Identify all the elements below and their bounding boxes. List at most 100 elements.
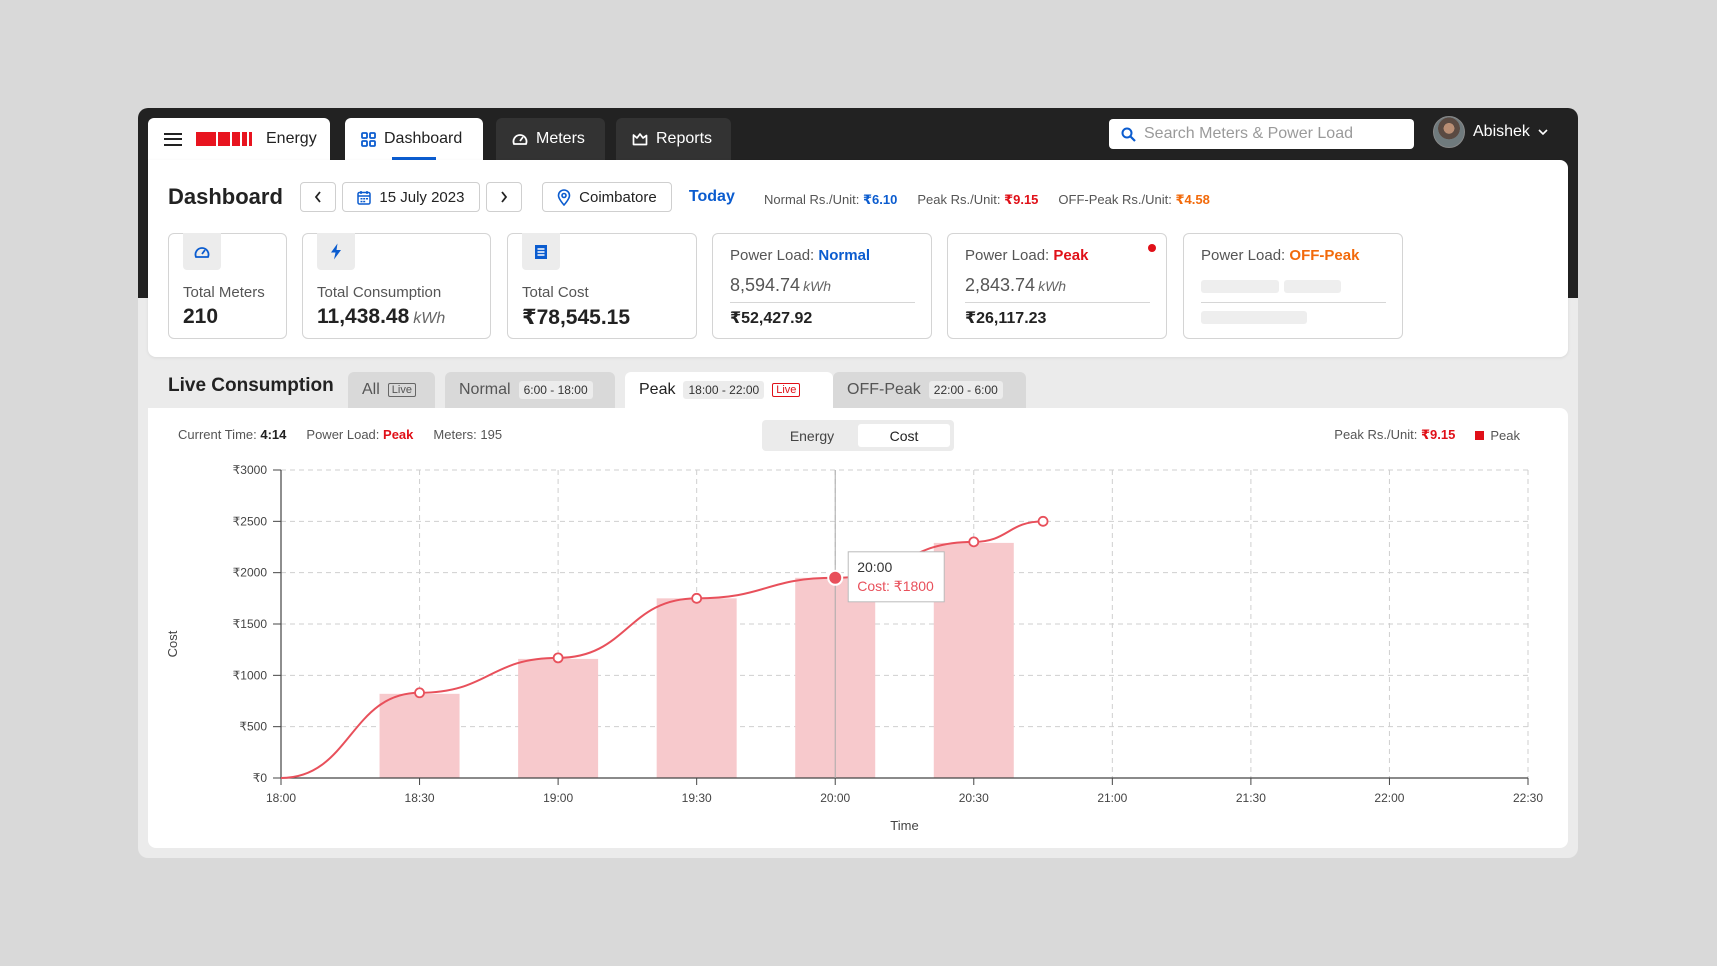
x-tick-label: 20:30 [959, 791, 989, 805]
y-tick-label: ₹3000 [233, 463, 268, 477]
stat-label: Total Meters [183, 284, 265, 301]
app-window: Energy Dashboard Meters Reports Abishek [138, 108, 1578, 858]
rate-normal: Normal Rs./Unit: ₹6.10 [764, 192, 898, 207]
today-link[interactable]: Today [689, 188, 735, 206]
search-icon [1121, 127, 1136, 142]
dashboard-panel: Dashboard 15 July 2023 Coimbatore Today … [148, 160, 1568, 357]
data-point [691, 592, 703, 604]
live-consumption-title: Live Consumption [168, 375, 334, 396]
power-load-card-off-peak[interactable]: Power Load: OFF-Peak [1183, 233, 1403, 339]
power-load-card-peak[interactable]: Power Load: Peak 2,843.74 kWh ₹26,117.23 [947, 233, 1167, 339]
stat-card-total-consumption: Total Consumption 11,438.48 kWh [302, 233, 491, 339]
power-load-cost: ₹52,427.92 [730, 310, 813, 327]
avatar [1433, 116, 1465, 148]
live-tab-peak[interactable]: Peak 18:00 - 22:00 Live [625, 372, 833, 408]
search-input[interactable] [1144, 125, 1404, 143]
tooltip-value: Cost: ₹1800 [857, 578, 934, 594]
bolt-icon [331, 243, 341, 260]
bar [379, 693, 460, 778]
bar [518, 658, 599, 778]
x-tick-label: 19:00 [543, 791, 573, 805]
nav-tab-label: Reports [656, 130, 713, 147]
data-point [414, 687, 425, 699]
stat-label: Total Cost [522, 284, 589, 301]
x-tick-label: 19:30 [682, 791, 712, 805]
nav-tab-label: Dashboard [384, 130, 463, 147]
calendar-icon [357, 190, 372, 205]
data-point [552, 652, 564, 664]
power-load-cost: ₹26,117.23 [965, 310, 1047, 327]
chevron-right-icon [501, 191, 508, 203]
time-range-badge: 22:00 - 6:00 [928, 381, 1003, 399]
chevron-down-icon [1538, 128, 1548, 135]
x-tick-label: 21:30 [1236, 791, 1266, 805]
loading-skeleton [1201, 280, 1279, 293]
chart-card: Current Time: 4:14 Power Load: Peak Mete… [148, 408, 1568, 848]
x-tick-label: 21:00 [1097, 791, 1127, 805]
tooltip-time: 20:00 [857, 559, 892, 575]
divider [1201, 302, 1386, 303]
power-load-kwh: 8,594.74 kWh [730, 275, 832, 295]
y-tick-label: ₹2000 [233, 566, 268, 580]
location-value: Coimbatore [579, 188, 657, 206]
power-load-card-normal[interactable]: Power Load: Normal 8,594.74 kWh ₹52,427.9… [712, 233, 932, 339]
live-tab-all[interactable]: All Live [348, 372, 435, 408]
y-tick-label: ₹500 [239, 720, 267, 734]
brand-logo [196, 132, 252, 146]
nav-tab-meters[interactable]: Meters [496, 118, 605, 160]
menu-icon[interactable] [164, 132, 182, 146]
rate-peak: Peak Rs./Unit: ₹9.15 [917, 192, 1039, 207]
live-tab-off-peak[interactable]: OFF-Peak 22:00 - 6:00 [833, 372, 1026, 408]
date-picker[interactable]: 15 July 2023 [341, 182, 480, 212]
divider [965, 302, 1150, 303]
data-point [1037, 515, 1049, 527]
live-badge: Live [387, 383, 416, 397]
stat-label: Total Consumption [317, 284, 442, 301]
y-tick-label: ₹0 [253, 771, 268, 785]
y-axis-label: Cost [165, 630, 180, 657]
brand-tab: Energy [148, 118, 330, 160]
divider [730, 302, 915, 303]
search-box[interactable] [1109, 119, 1414, 149]
user-name: Abishek [1473, 123, 1530, 140]
live-tab-normal[interactable]: Normal 6:00 - 18:00 [445, 372, 615, 408]
rate-off-peak: OFF-Peak Rs./Unit: ₹4.58 [1058, 192, 1210, 207]
power-load-kwh: 2,843.74 kWh [965, 275, 1067, 295]
brand-name: Energy [266, 130, 317, 147]
power-load-name: Normal [818, 247, 871, 264]
grid-icon [361, 131, 376, 147]
location-selector[interactable]: Coimbatore [541, 182, 672, 212]
live-badge: Live [772, 383, 801, 397]
chevron-left-icon [314, 191, 321, 203]
time-range-badge: 18:00 - 22:00 [683, 381, 765, 399]
y-tick-label: ₹1500 [233, 617, 268, 631]
chart-area-icon [632, 133, 648, 146]
x-tick-label: 22:00 [1374, 791, 1404, 805]
power-load-name: Peak [1053, 247, 1089, 264]
next-date-button[interactable] [485, 182, 522, 212]
receipt-icon [535, 244, 547, 259]
date-value: 15 July 2023 [379, 188, 465, 206]
stat-value: 210 [183, 305, 219, 328]
nav-tab-reports[interactable]: Reports [616, 118, 731, 160]
stat-value: ₹78,545.15 [522, 306, 631, 329]
bar [933, 542, 1014, 778]
x-tick-label: 18:30 [405, 791, 435, 805]
nav-tab-label: Meters [536, 130, 585, 147]
y-tick-label: ₹1000 [233, 668, 268, 682]
loading-skeleton [1284, 280, 1341, 293]
data-point-active [827, 569, 844, 586]
user-menu[interactable]: Abishek [1433, 116, 1548, 148]
data-point [968, 536, 980, 548]
nav-tab-dashboard[interactable]: Dashboard [345, 118, 483, 160]
prev-date-button[interactable] [299, 182, 336, 212]
top-bar: Energy Dashboard Meters Reports Abishek [138, 108, 1578, 160]
y-tick-label: ₹2500 [233, 514, 268, 528]
power-load-name: OFF-Peak [1289, 247, 1360, 264]
x-tick-label: 18:00 [266, 791, 296, 805]
cost-chart: ₹0 ₹500 ₹1000 ₹1500 ₹2000 ₹2500 ₹3000 18:00 18:3… [165, 463, 1543, 833]
live-indicator-dot [1148, 244, 1156, 252]
x-axis-label: Time [890, 818, 918, 833]
gauge-icon [194, 246, 210, 258]
gauge-icon [512, 134, 528, 145]
